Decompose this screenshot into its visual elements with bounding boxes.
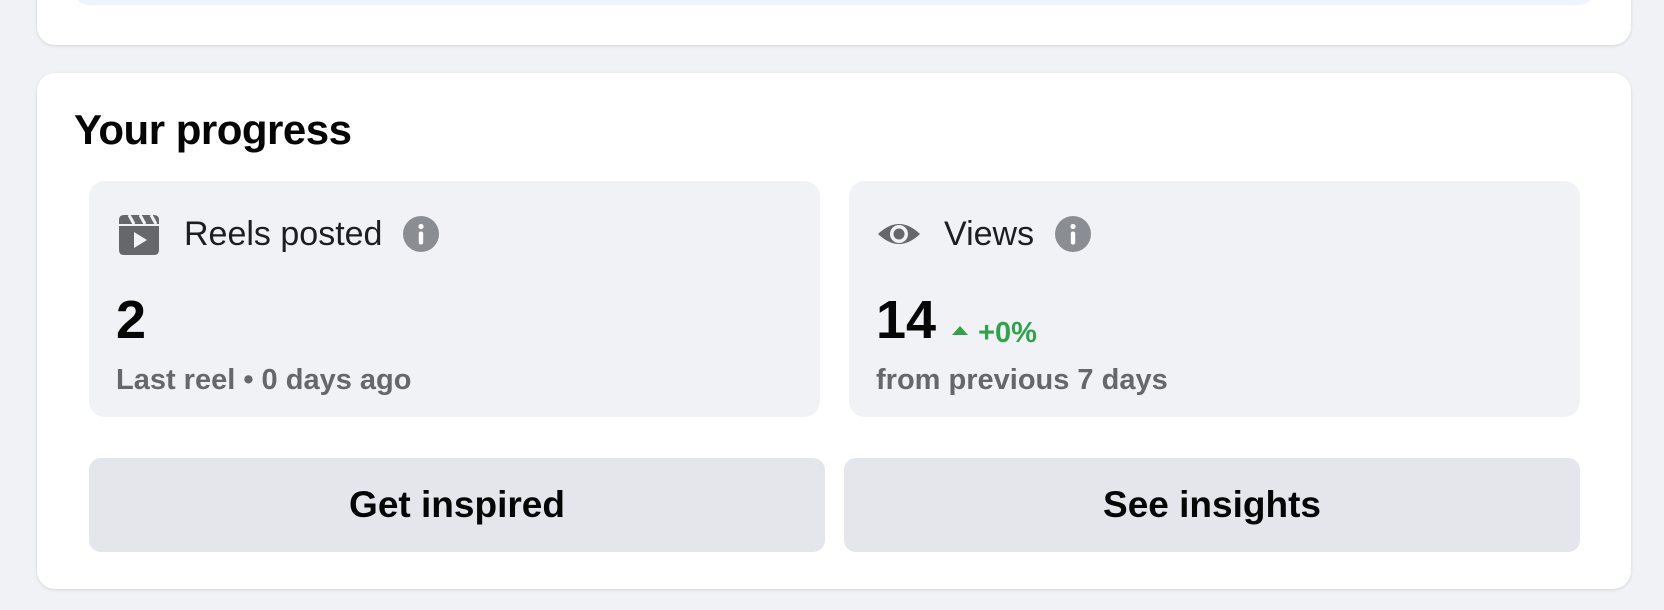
progress-card: Your progress Reels posted 2 Last reel •… [37,73,1631,589]
section-title: Your progress [74,106,352,153]
previous-card-banner [74,0,1594,5]
up-arrow-icon [952,326,969,335]
views-value-row: 14 +0% [876,293,1037,350]
views-label: Views [944,215,1035,253]
reels-posted-label: Reels posted [184,215,383,253]
reels-posted-header: Reels posted [116,212,440,256]
reels-info-icon[interactable] [402,215,440,253]
views-change-value: +0% [978,317,1037,349]
views-change: +0% [952,317,1037,350]
eye-icon [876,212,922,256]
get-inspired-button[interactable]: Get inspired [89,458,825,552]
last-reel-text: Last reel • 0 days ago [116,364,412,396]
see-insights-button[interactable]: See insights [844,458,1580,552]
reels-value-row: 2 [116,293,146,347]
views-period-text: from previous 7 days [876,364,1168,396]
reels-posted-value: 2 [116,290,147,350]
views-header: Views [876,212,1092,256]
previous-card [37,0,1631,45]
views-value: 14 [876,290,937,350]
views-info-icon[interactable] [1054,215,1092,253]
reels-posted-tile: Reels posted 2 Last reel • 0 days ago [89,181,820,417]
views-tile: Views 14 +0% from previous 7 days [849,181,1580,417]
reels-icon [116,212,162,256]
